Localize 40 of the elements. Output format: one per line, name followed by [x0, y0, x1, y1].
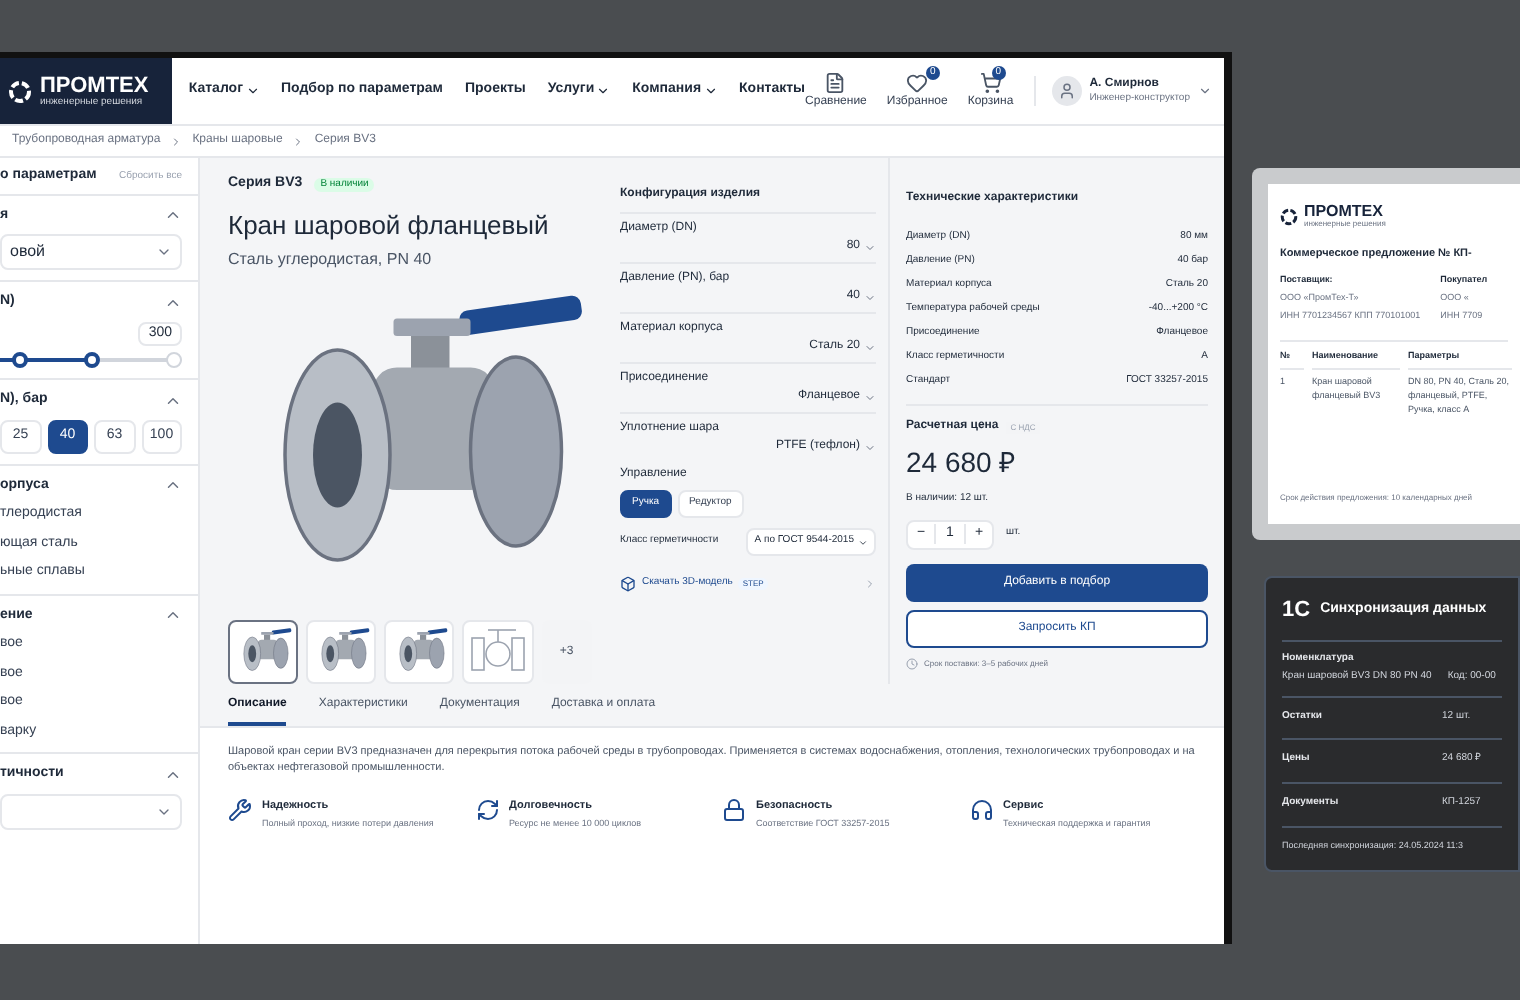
sync-logo: 1С [1282, 596, 1311, 626]
cart-icon [979, 71, 1002, 93]
slider-end-thumb [166, 352, 182, 368]
logo-icon [1280, 207, 1298, 225]
thumbnail[interactable] [228, 620, 299, 684]
logo-icon [8, 79, 32, 103]
avatar[interactable] [1051, 76, 1082, 106]
headset-icon [969, 797, 993, 821]
logo-text: ПРОМТЕХ [40, 75, 149, 97]
chevron-down-icon [864, 241, 876, 253]
chevron-right-icon [170, 135, 183, 147]
price-value: 24 680 ₽ [906, 444, 1018, 482]
user-icon [1057, 82, 1076, 100]
logo-text: ПРОМТЕХ [1304, 204, 1385, 220]
chevron-down-icon [858, 537, 868, 547]
lock-icon [722, 797, 746, 821]
chevron-right-icon [864, 578, 876, 590]
slider-thumb[interactable] [83, 352, 99, 368]
chevron-down-icon[interactable] [1198, 84, 1212, 98]
heart-icon [906, 71, 929, 93]
chevron-down-icon [864, 341, 876, 353]
chevron-down-icon [864, 391, 876, 403]
range-slider[interactable] [0, 352, 182, 368]
chevron-down-icon [864, 291, 876, 303]
slider-thumb[interactable] [12, 352, 28, 368]
chevron-down-icon [596, 84, 611, 98]
select-field[interactable] [0, 793, 182, 829]
chevron-down-icon [156, 244, 172, 260]
chevron-right-icon [292, 135, 305, 147]
chevron-down-icon [245, 84, 259, 98]
cycle-icon [475, 797, 499, 821]
document-icon [824, 71, 847, 93]
product-title: Кран шаровой фланцевый [228, 207, 551, 244]
wrench-icon [228, 797, 252, 821]
select-field[interactable]: овой [0, 234, 182, 270]
product-subtitle: Сталь углеродистая, PN 40 [228, 248, 434, 272]
chevron-down-icon [703, 84, 718, 98]
cube-icon [620, 576, 636, 592]
chevron-down-icon [864, 441, 876, 453]
clock-icon [906, 657, 918, 669]
